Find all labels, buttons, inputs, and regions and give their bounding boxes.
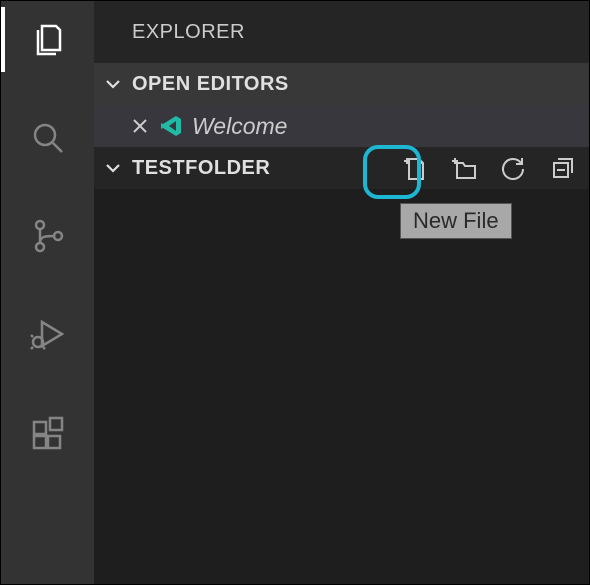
files-icon — [28, 20, 68, 60]
debug-icon — [28, 314, 68, 354]
sidebar-title-label: EXPLORER — [132, 21, 245, 44]
chevron-down-icon — [102, 75, 124, 93]
open-editors-header[interactable]: OPEN EDITORS — [94, 63, 589, 105]
refresh-button[interactable] — [499, 154, 527, 182]
new-file-icon — [399, 154, 427, 182]
chevron-down-icon — [102, 159, 124, 177]
folder-actions — [399, 154, 577, 182]
activity-source-control[interactable] — [23, 211, 73, 261]
activity-explorer[interactable] — [23, 15, 73, 65]
extensions-icon — [28, 412, 68, 452]
activity-extensions[interactable] — [23, 407, 73, 457]
folder-name: TESTFOLDER — [132, 157, 270, 180]
search-icon — [28, 118, 68, 158]
new-folder-button[interactable] — [449, 154, 477, 182]
tooltip-text: New File — [413, 208, 499, 233]
activity-search[interactable] — [23, 113, 73, 163]
vscode-logo-icon — [158, 113, 184, 139]
open-editors-label: OPEN EDITORS — [132, 73, 289, 96]
open-editor-item[interactable]: Welcome — [94, 105, 589, 147]
folder-header[interactable]: TESTFOLDER — [94, 147, 589, 189]
collapse-all-icon — [550, 155, 576, 181]
tooltip: New File — [400, 203, 512, 239]
activity-bar — [1, 1, 94, 584]
new-folder-icon — [449, 154, 477, 182]
explorer-sidebar: EXPLORER OPEN EDITORS Welcome TESTFOLDER — [94, 1, 589, 584]
folder-contents[interactable] — [94, 189, 589, 584]
sidebar-title: EXPLORER — [94, 1, 589, 63]
close-icon[interactable] — [130, 116, 150, 136]
active-indicator — [1, 7, 5, 72]
new-file-button[interactable] — [399, 154, 427, 182]
refresh-icon — [500, 155, 526, 181]
source-control-icon — [28, 216, 68, 256]
collapse-all-button[interactable] — [549, 154, 577, 182]
editor-name: Welcome — [192, 113, 287, 140]
activity-debug[interactable] — [23, 309, 73, 359]
